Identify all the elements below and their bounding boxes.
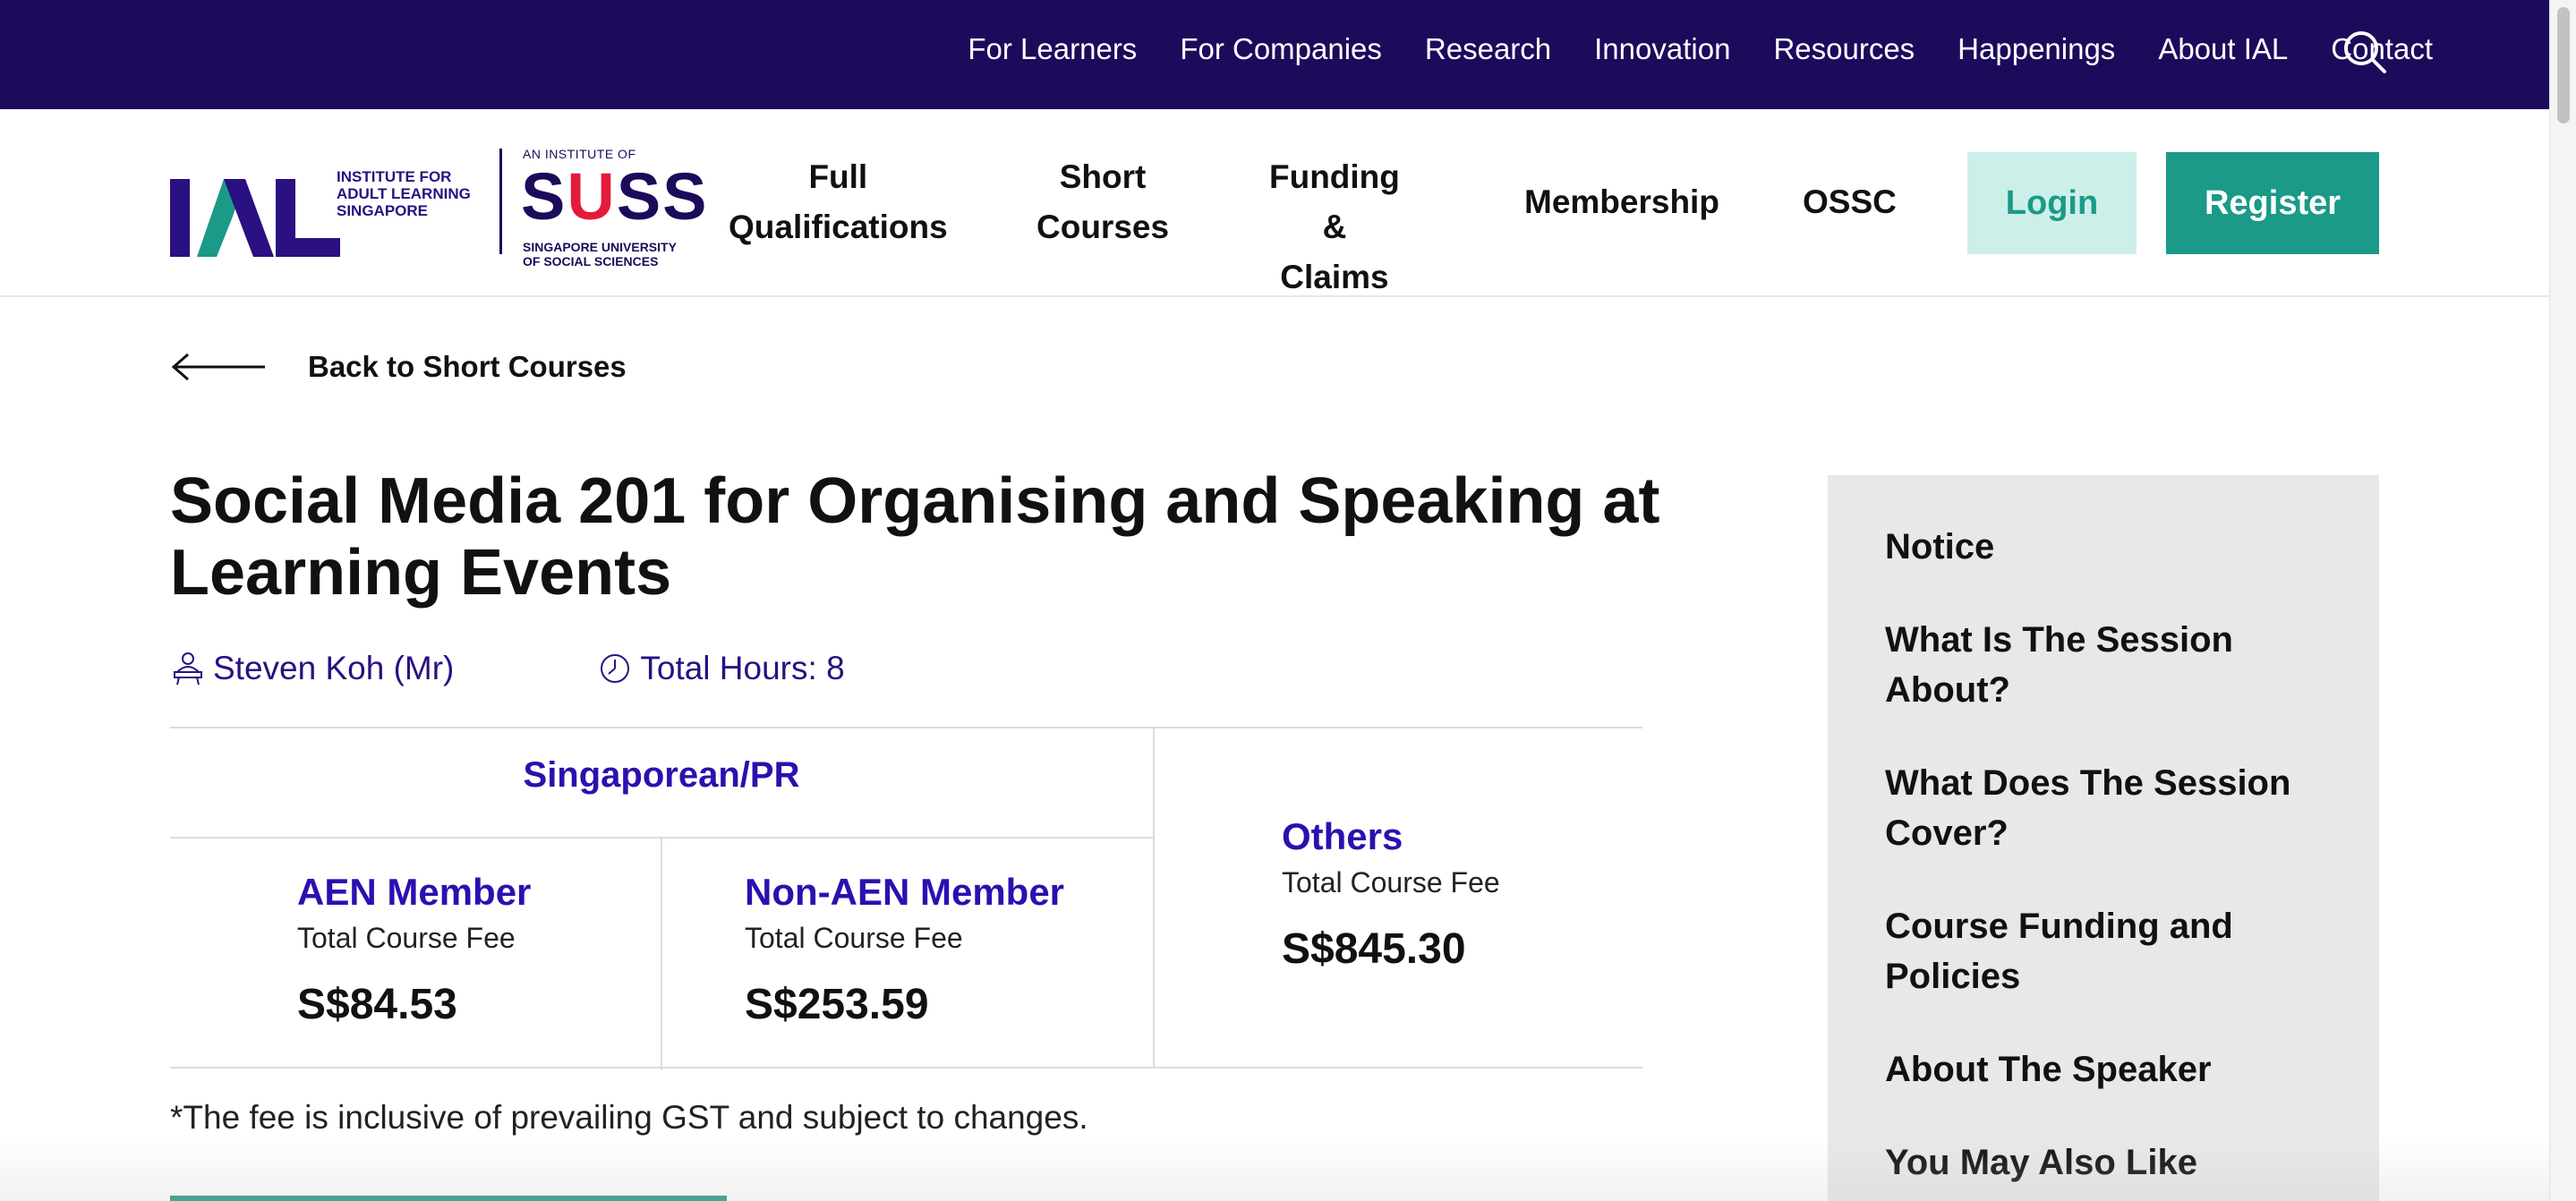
nav-link-for-companies[interactable]: For Companies [1180, 32, 1382, 66]
fee-heading: Others [1282, 815, 1403, 857]
fee-table: Singaporean/PR AEN Member Total Course F… [170, 727, 1642, 1070]
arrow-left-icon [171, 353, 265, 381]
divider [1153, 728, 1155, 1067]
logo-divider [499, 149, 502, 254]
course-meta: Steven Koh (Mr) Total Hours: 8 [170, 646, 845, 691]
fee-cell-aen: AEN Member Total Course Fee S$84.53 [297, 870, 531, 1029]
fee-value: S$84.53 [297, 981, 457, 1028]
page-scrollbar[interactable] [2549, 0, 2576, 1201]
gst-note: *The fee is inclusive of prevailing GST … [170, 1099, 1088, 1136]
nav-link-about-ial[interactable]: About IAL [2158, 32, 2288, 66]
back-to-short-courses-link[interactable]: Back to Short Courses [170, 345, 627, 389]
ial-sub-line: INSTITUTE FOR [337, 168, 452, 185]
total-hours: Total Hours: 8 [640, 650, 845, 686]
sidebar-item-session-about[interactable]: What Is The Session About? [1885, 615, 2325, 715]
login-button[interactable]: Login [1967, 152, 2137, 254]
sidebar-item-notice[interactable]: Notice [1885, 522, 2325, 572]
fee-cell-others: Others Total Course Fee S$845.30 [1282, 814, 1500, 974]
sidebar-item-funding-policies[interactable]: Course Funding and Policies [1885, 901, 2325, 1001]
nav-link-happenings[interactable]: Happenings [1958, 32, 2115, 66]
nav-link-for-learners[interactable]: For Learners [968, 32, 1137, 66]
fee-sub: Total Course Fee [1282, 866, 1500, 899]
nav-link-research[interactable]: Research [1425, 32, 1551, 66]
utility-nav: For Learners For Companies Research Inno… [925, 0, 2433, 98]
suss-bottom-line: SINGAPORE UNIVERSITY [523, 240, 677, 254]
suss-bottom-line: OF SOCIAL SCIENCES [523, 254, 659, 268]
suss-letter: S [521, 159, 567, 234]
suss-logo-bottom: SINGAPORE UNIVERSITY OF SOCIAL SCIENCES [523, 240, 677, 268]
nav-funding-claims[interactable]: Funding & Claims [1269, 152, 1400, 302]
divider [661, 839, 662, 1070]
back-link-label: Back to Short Courses [308, 350, 627, 383]
speaker-name: Steven Koh (Mr) [213, 650, 455, 686]
suss-logo-word: SUSS [521, 161, 709, 233]
register-button[interactable]: Register [2166, 152, 2379, 254]
fee-sub: Total Course Fee [297, 922, 516, 954]
cta-button-edge[interactable] [170, 1196, 727, 1201]
ial-sub-line: ADULT LEARNING [337, 185, 471, 202]
section-sidebar: Notice What Is The Session About? What D… [1828, 475, 2379, 1201]
fee-group-label: Singaporean/PR [523, 755, 800, 795]
scrollbar-thumb[interactable] [2557, 7, 2570, 124]
speaker-meta: Steven Koh (Mr) [170, 650, 454, 687]
sidebar-item-you-may-also-like[interactable]: You May Also Like [1885, 1137, 2325, 1188]
speaker-icon [174, 652, 202, 686]
sidebar-item-about-speaker[interactable]: About The Speaker [1885, 1044, 2325, 1095]
ial-logo-mark [170, 179, 340, 257]
ial-sub-line: SINGAPORE [337, 202, 429, 219]
nav-full-qualifications[interactable]: Full Qualifications [729, 152, 948, 252]
sidebar-item-session-cover[interactable]: What Does The Session Cover? [1885, 758, 2325, 858]
nav-link-resources[interactable]: Resources [1773, 32, 1915, 66]
suss-letter-accent: U [567, 159, 617, 234]
nav-membership[interactable]: Membership [1524, 177, 1719, 227]
sidebar-list: Notice What Is The Session About? What D… [1828, 475, 2379, 1188]
fee-cell-non-aen: Non-AEN Member Total Course Fee S$253.59 [745, 870, 1064, 1029]
nav-ossc[interactable]: OSSC [1803, 177, 1897, 227]
fee-sub: Total Course Fee [745, 922, 963, 954]
main-header: INSTITUTE FOR ADULT LEARNING SINGAPORE A… [0, 109, 2549, 297]
ial-logo-subtitle: INSTITUTE FOR ADULT LEARNING SINGAPORE [337, 168, 471, 219]
fee-value: S$253.59 [745, 981, 929, 1028]
divider [170, 837, 1153, 839]
hours-meta: Total Hours: 8 [597, 650, 845, 687]
search-icon[interactable] [2340, 27, 2390, 77]
suss-letter: SS [616, 159, 709, 234]
fee-heading: Non-AEN Member [745, 871, 1065, 913]
nav-short-courses[interactable]: Short Courses [1036, 152, 1169, 252]
fee-value: S$845.30 [1282, 925, 1466, 973]
top-utility-bar: For Learners For Companies Research Inno… [0, 0, 2549, 109]
fee-heading: AEN Member [297, 871, 532, 913]
page-title: Social Media 201 for Organising and Spea… [170, 465, 1660, 609]
nav-link-innovation[interactable]: Innovation [1594, 32, 1730, 66]
clock-icon [601, 654, 630, 683]
